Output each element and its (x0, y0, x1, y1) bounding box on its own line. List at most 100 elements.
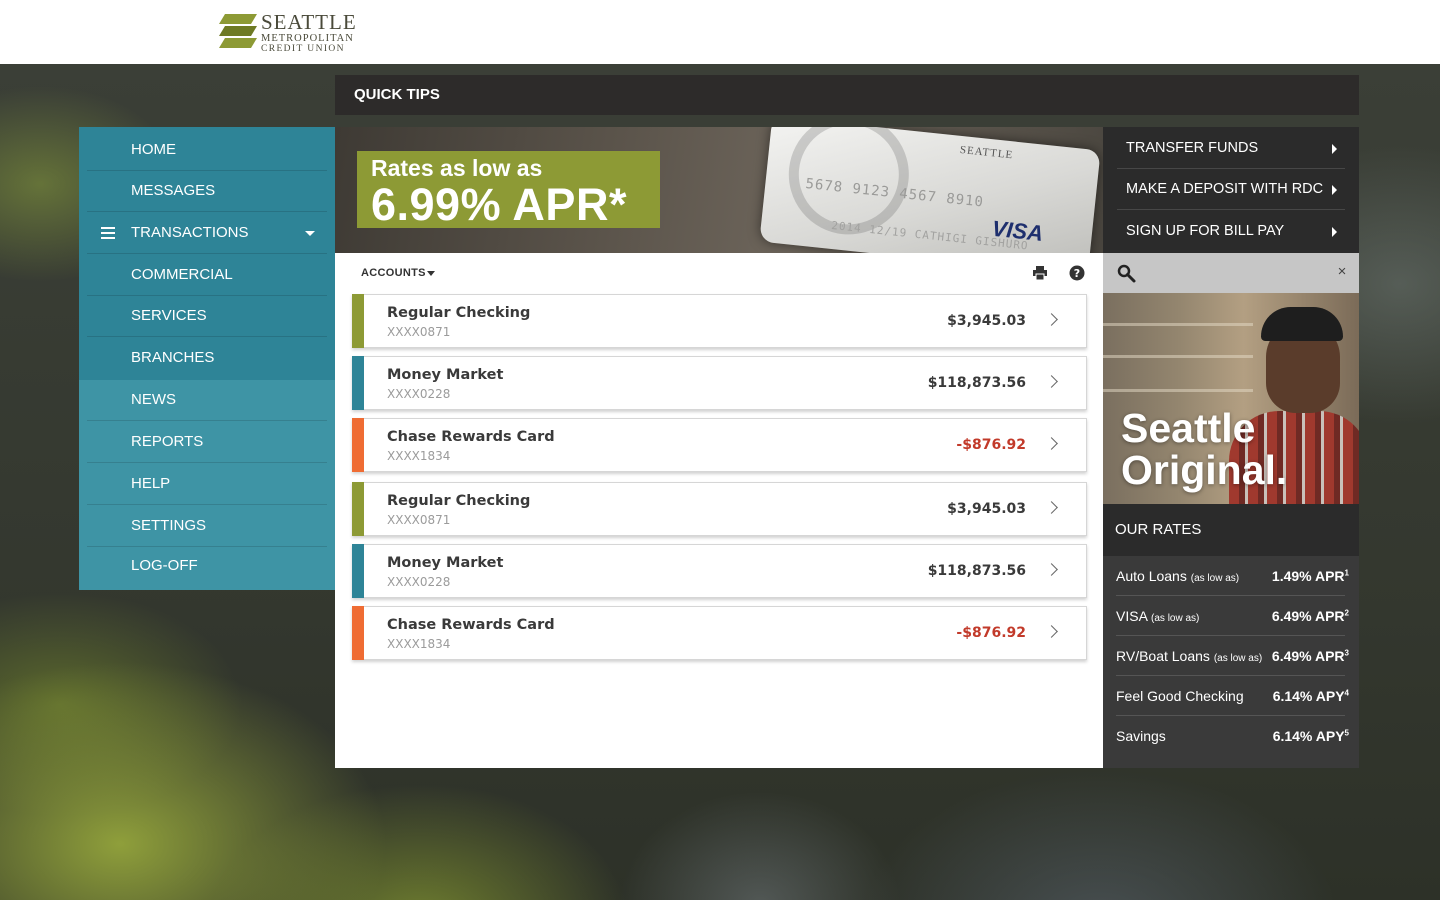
sidebar-item-log-off[interactable]: LOG-OFF (87, 545, 327, 587)
chevron-right-icon (1045, 563, 1058, 576)
card-logo: SEATTLE (959, 143, 1014, 162)
help-icon[interactable]: ? (1069, 265, 1085, 281)
list-icon (101, 227, 115, 239)
sidebar-item-label: MESSAGES (131, 182, 216, 199)
visa-logo: VISA (990, 215, 1045, 246)
transfer-funds-link[interactable]: TRANSFER FUNDS (1117, 128, 1345, 169)
sidebar-item-transactions[interactable]: TRANSACTIONS (87, 212, 327, 254)
sidebar-item-settings[interactable]: SETTINGS (87, 505, 327, 547)
account-number: XXXX0871 (387, 513, 451, 527)
account-number: XXXX0228 (387, 387, 451, 401)
rates-title: OUR RATES (1103, 504, 1359, 556)
person-figure (1261, 307, 1343, 341)
sidebar-item-commercial[interactable]: COMMERCIAL (87, 254, 327, 296)
account-balance: -$876.92 (956, 625, 1026, 641)
rate-row[interactable]: Feel Good Checking 6.14% APY4 (1116, 676, 1349, 716)
sidebar-item-label: NEWS (131, 391, 176, 408)
account-color-stripe (352, 294, 364, 348)
accounts-toolbar: ACCOUNTS ? (335, 253, 1103, 293)
accounts-dropdown[interactable]: ACCOUNTS (361, 267, 426, 279)
sidebar-item-label: REPORTS (131, 433, 204, 450)
caret-down-icon[interactable] (427, 271, 435, 276)
sidebar-item-label: LOG-OFF (131, 557, 198, 574)
sidebar-item-label: COMMERCIAL (131, 266, 233, 283)
sidebar-item-services[interactable]: SERVICES (87, 295, 327, 337)
photo-caption-line-1: Seattle (1121, 405, 1256, 451)
sidebar-item-reports[interactable]: REPORTS (87, 421, 327, 463)
rate-row[interactable]: RV/Boat Loans (as low as) 6.49% APR3 (1116, 636, 1349, 676)
account-number: XXXX1834 (387, 637, 451, 651)
promo-photo[interactable]: Seattle Original. (1103, 293, 1359, 504)
account-number: XXXX0228 (387, 575, 451, 589)
rate-label: Savings (1116, 728, 1166, 744)
rate-row[interactable]: VISA (as low as) 6.49% APR2 (1116, 596, 1349, 636)
account-color-stripe (352, 418, 364, 472)
rate-label: VISA (as low as) (1116, 608, 1200, 624)
logo-line-1: SEATTLE (261, 10, 357, 34)
account-balance: $118,873.56 (927, 375, 1026, 391)
promo-banner[interactable]: SEATTLE 5678 9123 4567 8910 2014 12/19 C… (335, 127, 1103, 253)
account-row[interactable]: Money Market XXXX0228 $118,873.56 (352, 544, 1087, 598)
credit-card-image: SEATTLE 5678 9123 4567 8910 2014 12/19 C… (759, 127, 1101, 253)
deposit-rdc-link[interactable]: MAKE A DEPOSIT WITH RDC (1117, 169, 1345, 210)
account-row[interactable]: Regular Checking XXXX0871 $3,945.03 (352, 482, 1087, 536)
chevron-right-icon (1045, 437, 1058, 450)
shelf-decoration (1103, 355, 1253, 358)
search-icon[interactable] (1117, 264, 1137, 284)
account-row[interactable]: Money Market XXXX0228 $118,873.56 (352, 356, 1087, 410)
rate-label: RV/Boat Loans (as low as) (1116, 648, 1263, 664)
sidebar-item-label: HOME (131, 141, 176, 158)
sidebar-nav: HOME MESSAGES TRANSACTIONS COMMERCIAL SE… (79, 127, 335, 590)
rate-value: 6.14% APY4 (1272, 688, 1349, 704)
chevron-right-icon (1045, 313, 1058, 326)
account-balance: $118,873.56 (927, 563, 1026, 579)
sidebar-item-label: SETTINGS (131, 517, 207, 534)
account-row[interactable]: Chase Rewards Card XXXX1834 -$876.92 (352, 606, 1087, 660)
logo[interactable]: SEATTLE METROPOLITAN CREDIT UNION (219, 10, 359, 54)
sidebar-item-help[interactable]: HELP (87, 463, 327, 505)
logo-line-3: CREDIT UNION (261, 44, 345, 54)
search-bar: × (1103, 253, 1359, 293)
shelf-decoration (1103, 389, 1253, 392)
account-name: Regular Checking (387, 305, 531, 321)
account-name: Chase Rewards Card (387, 429, 555, 445)
promo-rate-box: Rates as low as 6.99% APR* (357, 151, 660, 229)
rates-panel: OUR RATES Auto Loans (as low as) 1.49% A… (1103, 504, 1359, 768)
rate-row[interactable]: Auto Loans (as low as) 1.49% APR1 (1116, 556, 1349, 596)
arrow-right-icon (1332, 144, 1337, 154)
account-row[interactable]: Chase Rewards Card XXXX1834 -$876.92 (352, 418, 1087, 472)
chevron-right-icon (1045, 625, 1058, 638)
rate-value: 6.14% APY5 (1272, 728, 1349, 744)
rate-label: Feel Good Checking (1116, 688, 1244, 704)
account-color-stripe (352, 356, 364, 410)
sidebar-item-branches[interactable]: BRANCHES (87, 337, 327, 379)
quick-tips-label: QUICK TIPS (354, 86, 440, 103)
chevron-right-icon (1045, 501, 1058, 514)
arrow-right-icon (1332, 227, 1337, 237)
rate-row[interactable]: Savings 6.14% APY5 (1116, 716, 1349, 756)
svg-text:?: ? (1074, 267, 1080, 280)
sidebar-item-label: TRANSACTIONS (131, 224, 249, 241)
account-number: XXXX1834 (387, 449, 451, 463)
rate-value: 6.49% APR3 (1271, 648, 1349, 664)
print-icon[interactable] (1032, 265, 1048, 281)
sidebar-item-label: BRANCHES (131, 349, 215, 366)
sidebar-item-home[interactable]: HOME (87, 129, 327, 171)
account-name: Money Market (387, 555, 504, 571)
search-input[interactable] (1145, 261, 1325, 285)
account-number: XXXX0871 (387, 325, 451, 339)
sidebar-item-messages[interactable]: MESSAGES (87, 170, 327, 212)
rate-label: Auto Loans (as low as) (1116, 568, 1240, 584)
quick-tips-bar[interactable]: QUICK TIPS (335, 75, 1359, 115)
close-icon[interactable]: × (1335, 264, 1349, 279)
chevron-down-icon[interactable] (305, 231, 315, 236)
account-balance: -$876.92 (956, 437, 1026, 453)
main-panel: SEATTLE 5678 9123 4567 8910 2014 12/19 C… (335, 127, 1103, 768)
shelf-decoration (1103, 323, 1253, 326)
rate-value: 6.49% APR2 (1271, 608, 1349, 624)
bill-pay-signup-link[interactable]: SIGN UP FOR BILL PAY (1117, 211, 1345, 252)
chevron-right-icon (1045, 375, 1058, 388)
sidebar-item-news[interactable]: NEWS (87, 379, 327, 421)
account-row[interactable]: Regular Checking XXXX0871 $3,945.03 (352, 294, 1087, 348)
account-color-stripe (352, 606, 364, 660)
